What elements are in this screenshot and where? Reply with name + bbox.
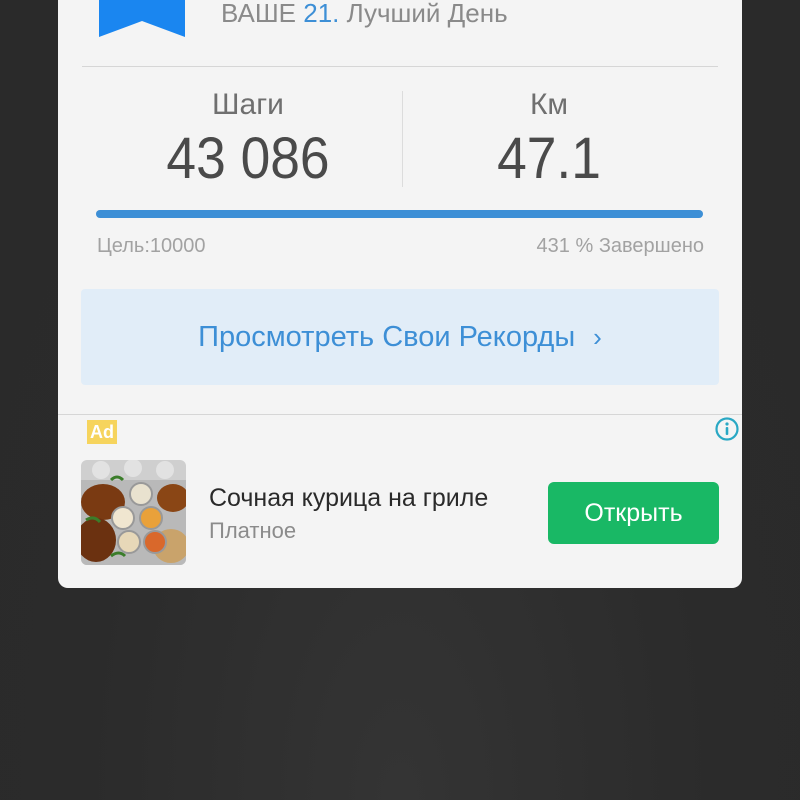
steps-label: Шаги <box>212 88 284 121</box>
screen: ВАШЕ 21. Лучший День Шаги 43 086 Км 47.1… <box>0 0 800 800</box>
best-day-suffix: Лучший День <box>346 0 508 28</box>
best-day-rank: 21. <box>303 0 340 28</box>
best-day-card: ВАШЕ 21. Лучший День Шаги 43 086 Км 47.1… <box>58 0 742 588</box>
km-value: 47.1 <box>497 126 601 191</box>
steps-value: 43 086 <box>166 126 330 191</box>
ad-divider <box>58 414 742 415</box>
goal-progress-fill <box>96 210 703 218</box>
goal-text: Цель:10000 <box>97 235 206 257</box>
steps-stat: Шаги 43 086 <box>98 88 398 190</box>
best-day-prefix: ВАШЕ <box>221 0 296 28</box>
best-day-heading: ВАШЕ 21. Лучший День <box>221 0 508 29</box>
ad-badge: Ad <box>87 420 117 444</box>
goal-progress-bar <box>96 210 703 218</box>
complete-percent-text: 431 % Завершено <box>536 235 704 257</box>
header-divider <box>82 66 718 67</box>
info-icon[interactable] <box>714 416 740 442</box>
ad-title[interactable]: Сочная курица на гриле <box>209 484 488 513</box>
ad-open-button[interactable]: Открыть <box>548 482 719 544</box>
chevron-right-icon: › <box>593 322 602 352</box>
ad-thumbnail-image[interactable] <box>81 460 186 565</box>
ad-subtitle: Платное <box>209 518 297 543</box>
bookmark-ribbon-icon <box>99 0 185 37</box>
view-records-button[interactable]: Просмотреть Свои Рекорды › <box>81 289 719 385</box>
km-stat: Км 47.1 <box>399 88 699 190</box>
view-records-label: Просмотреть Свои Рекорды <box>198 320 576 353</box>
km-label: Км <box>529 88 569 121</box>
